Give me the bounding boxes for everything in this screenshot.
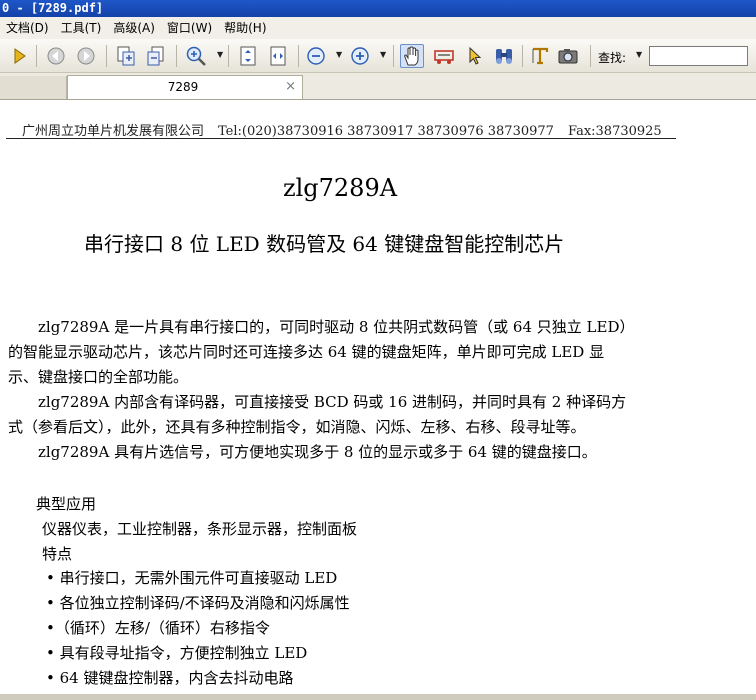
paragraph-line: zlg7289A 内部含有译码器，可直接接受 BCD 码或 16 进制码，并同时… — [8, 393, 627, 411]
tab-bar-left-area — [0, 76, 67, 99]
toolbar: ▼ ▼ ▼ 查找: ▼ — [0, 39, 756, 73]
applications-heading: 典型应用 — [36, 495, 97, 513]
page-insert-icon[interactable] — [144, 44, 168, 68]
forward-icon[interactable] — [74, 44, 98, 68]
find-label: 查找: — [598, 51, 627, 65]
toolbar-separator — [36, 45, 37, 67]
list-item: • 各位独立控制译码/不译码及消隐和闪烁属性 — [46, 594, 350, 612]
page-extract-icon[interactable] — [114, 44, 138, 68]
menu-window[interactable]: 窗口(W) — [161, 17, 218, 39]
zoom-out-circle-icon[interactable] — [304, 44, 328, 68]
applications-text: 仪器仪表，工业控制器，条形显示器，控制面板 — [42, 520, 358, 538]
binoculars-icon[interactable] — [492, 44, 516, 68]
find-dropdown-icon[interactable]: ▼ — [636, 50, 642, 60]
toolbar-separator — [176, 45, 177, 67]
toolbar-separator — [590, 45, 591, 67]
toolbar-separator — [393, 45, 394, 67]
play-icon[interactable] — [8, 44, 32, 68]
zoom-out-dropdown-icon[interactable]: ▼ — [336, 50, 342, 60]
fit-width-icon[interactable] — [266, 44, 290, 68]
document-subtitle: 串行接口 8 位 LED 数码管及 64 键键盘智能控制芯片 — [84, 232, 565, 256]
snapshot-camera-icon[interactable] — [556, 44, 580, 68]
menu-advanced[interactable]: 高级(A) — [107, 17, 161, 39]
features-list: • 串行接口，无需外围元件可直接驱动 LED • 各位独立控制译码/不译码及消隐… — [46, 566, 350, 691]
zoom-dropdown-icon[interactable]: ▼ — [217, 50, 223, 60]
window-title: 0 - [7289.pdf] — [2, 1, 104, 15]
document-tab-bar: 7289 × — [0, 73, 756, 100]
tab-7289[interactable]: 7289 × — [67, 75, 303, 99]
paragraph-line: zlg7289A 具有片选信号，可方便地实现多于 8 位的显示或多于 64 键的… — [8, 443, 597, 461]
find-input[interactable] — [649, 46, 748, 66]
paragraph-chip-select: zlg7289A 具有片选信号，可方便地实现多于 8 位的显示或多于 64 键的… — [8, 440, 676, 465]
toolbar-separator — [106, 45, 107, 67]
toolbar-separator — [228, 45, 229, 67]
header-fax: Fax:38730925 — [567, 124, 662, 139]
document-title: zlg7289A — [282, 174, 398, 202]
list-item: • 串行接口，无需外围元件可直接驱动 LED — [46, 569, 338, 587]
window-title-bar: 0 - [7289.pdf] — [0, 0, 756, 17]
features-heading: 特点 — [42, 545, 73, 563]
header-company: 广州周立功单片机发展有限公司 — [22, 124, 205, 139]
list-item: • 64 键键盘控制器，内含去抖动电路 — [46, 669, 294, 687]
tab-title: 7289 — [167, 80, 199, 94]
hand-tool-icon[interactable] — [400, 44, 424, 68]
text-tool-icon[interactable] — [528, 44, 552, 68]
paragraph-line: zlg7289A 是一片具有串行接口的，可同时驱动 8 位共阴式数码管（或 64… — [8, 318, 635, 336]
menu-tools[interactable]: 工具(T) — [55, 17, 108, 39]
toolbar-separator — [522, 45, 523, 67]
paragraph-line: 示、键盘接口的全部功能。 — [8, 368, 189, 386]
zoom-in-dropdown-icon[interactable]: ▼ — [380, 50, 386, 60]
list-item: •（循环）左移/（循环）右移指令 — [46, 619, 270, 637]
select-text-icon[interactable] — [432, 44, 456, 68]
pdf-page: 广州周立功单片机发展有限公司 Tel:(020)38730916 38730917… — [0, 100, 756, 700]
back-icon[interactable] — [44, 44, 68, 68]
zoom-in-circle-icon[interactable] — [348, 44, 372, 68]
header-divider — [6, 138, 676, 139]
fit-page-icon[interactable] — [236, 44, 260, 68]
paragraph-decoder: zlg7289A 内部含有译码器，可直接接受 BCD 码或 16 进制码，并同时… — [8, 390, 676, 440]
page-header: 广州周立功单片机发展有限公司 Tel:(020)38730916 38730917… — [22, 120, 662, 139]
select-arrow-icon[interactable] — [462, 44, 486, 68]
status-bar-edge — [0, 694, 756, 700]
paragraph-intro: zlg7289A 是一片具有串行接口的，可同时驱动 8 位共阴式数码管（或 64… — [8, 315, 676, 390]
close-tab-icon[interactable]: × — [285, 79, 296, 95]
zoom-in-icon[interactable] — [184, 44, 208, 68]
paragraph-line: 式（参看后文），此外，还具有多种控制指令，如消隐、闪烁、左移、右移、段寻址等。 — [8, 418, 586, 436]
header-tel: Tel:(020)38730916 38730917 38730976 3873… — [218, 124, 554, 139]
paragraph-line: 的智能显示驱动芯片，该芯片同时还可连接多达 64 键的键盘矩阵，单片即可完成 L… — [8, 343, 605, 361]
menu-document[interactable]: 文档(D) — [0, 17, 55, 39]
list-item: • 具有段寻址指令，方便控制独立 LED — [46, 644, 308, 662]
toolbar-separator — [298, 45, 299, 67]
menu-help[interactable]: 帮助(H) — [218, 17, 272, 39]
menu-bar: 文档(D) 工具(T) 高级(A) 窗口(W) 帮助(H) — [0, 17, 756, 39]
